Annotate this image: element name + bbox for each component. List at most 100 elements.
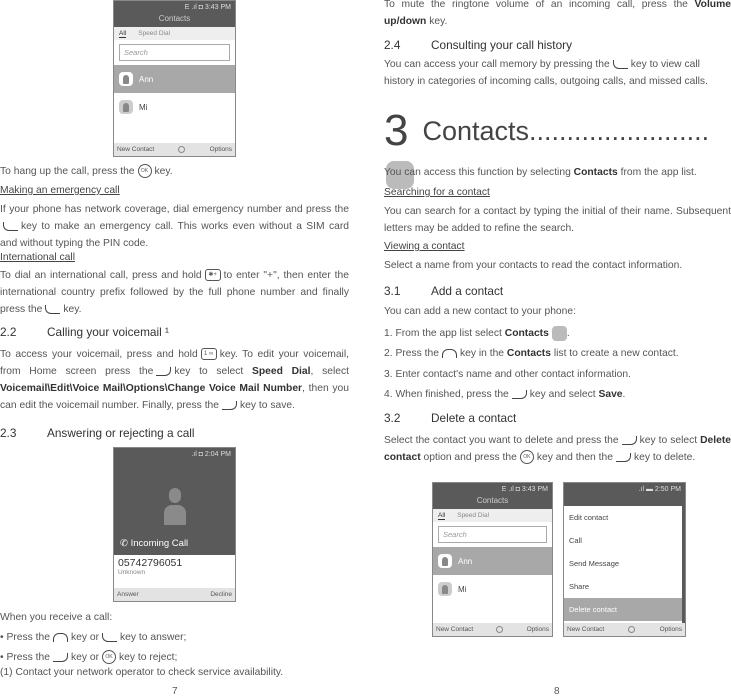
- viewing-heading: Viewing a contact: [384, 241, 465, 252]
- menu-item-call: Call: [569, 536, 582, 545]
- voicemail-text: To access your voicemail, press and hold…: [0, 348, 350, 411]
- step-4: 4. When finished, press the key and selec…: [384, 389, 626, 400]
- emergency-heading: Making an emergency call: [0, 185, 120, 196]
- status-bar: .ıl ▬ 2:50 PM: [564, 483, 685, 495]
- screen-title: Contacts: [114, 13, 235, 27]
- incoming-call-label: ✆ Incoming Call: [120, 538, 189, 549]
- center-key-icon: [496, 626, 504, 633]
- contact-row: Mi: [114, 93, 235, 121]
- screen-title: Contacts: [433, 495, 552, 509]
- section-3-2-heading: 3.2 Delete a contact: [384, 411, 517, 425]
- avatar-icon: [119, 72, 133, 86]
- ok-key-icon: OK: [519, 450, 534, 465]
- softkey-bar: New Contact Options: [114, 143, 235, 156]
- add-intro: You can add a new contact to your phone:: [384, 306, 576, 317]
- end-key-icon: OK: [137, 164, 152, 179]
- intro-text: You can access this function by selectin…: [384, 167, 697, 178]
- end-key-icon: OK: [102, 650, 117, 665]
- contact-name: Mi: [139, 102, 148, 112]
- contact-row: Ann: [114, 65, 235, 93]
- page-number: 7: [172, 686, 178, 697]
- mute-text: To mute the ringtone volume of an incomi…: [384, 0, 731, 27]
- softkey-left: Answer: [117, 591, 139, 598]
- caller-avatar-icon: [164, 488, 186, 528]
- tabs: All Speed Dial: [433, 509, 552, 522]
- contact-name: Ann: [139, 74, 154, 84]
- softkey-bar: Answer Decline: [114, 588, 235, 601]
- step-1: 1. From the app list select Contacts.: [384, 325, 731, 342]
- softkey-right: Decline: [210, 591, 232, 598]
- center-key-icon: [628, 626, 636, 633]
- contact-name: Ann: [458, 556, 473, 566]
- step-3: 3. Enter contact's name and other contac…: [384, 369, 631, 380]
- call-key-icon: [612, 59, 628, 69]
- search-field: Search: [438, 526, 547, 543]
- softkey-left: New Contact: [567, 626, 605, 633]
- contact-name: Mi: [458, 584, 467, 594]
- left-softkey-icon: [441, 348, 457, 358]
- tab-speed-dial: Speed Dial: [457, 512, 490, 519]
- international-text: To dial an international call, press and…: [0, 269, 349, 315]
- delete-text: Select the contact you want to delete an…: [384, 435, 731, 465]
- contact-row: Ann: [433, 547, 552, 575]
- softkey-right: Options: [526, 626, 549, 633]
- menu-item-edit: Edit contact: [569, 513, 609, 522]
- avatar-icon: [119, 100, 133, 114]
- right-softkey-icon: [52, 652, 68, 662]
- contacts-app-icon: [551, 325, 567, 341]
- avatar-icon: [438, 582, 452, 596]
- section-2-2-heading: 2.2 Calling your voicemail ¹: [0, 325, 169, 339]
- call-history-text: You can access your call memory by press…: [384, 59, 708, 87]
- left-softkey-icon: [52, 632, 68, 642]
- softkey-right: Options: [659, 626, 682, 633]
- right-softkey-icon: [615, 452, 631, 462]
- one-key-icon: 1 ∞: [200, 348, 217, 361]
- section-2-3-heading: 2.3 Answering or rejecting a call: [0, 426, 195, 440]
- search-field: Search: [119, 44, 230, 61]
- center-key-icon: [178, 146, 186, 153]
- right-softkey-icon: [621, 435, 637, 445]
- softkey-bar: New Contact Options: [564, 623, 685, 636]
- softkey-left: New Contact: [117, 146, 155, 153]
- star-key-icon: ✱+: [204, 269, 221, 282]
- page-number: 8: [554, 686, 560, 697]
- options-menu-screenshot: .ıl ▬ 2:50 PM Edit contact Call Send Mes…: [563, 482, 686, 637]
- bullet-answer: • Press the key or key to answer;: [0, 632, 187, 643]
- tab-speed-dial: Speed Dial: [138, 30, 171, 37]
- section-2-4-heading: 2.4 Consulting your call history: [384, 38, 572, 52]
- right-softkey-icon: [511, 389, 527, 399]
- tab-all: All: [438, 512, 446, 520]
- receive-text: When you receive a call:: [0, 612, 113, 623]
- step-2: 2. Press the key in the Contacts list to …: [384, 348, 679, 359]
- tab-all: All: [119, 30, 127, 38]
- menu-item-share: Share: [569, 582, 590, 591]
- contacts-screenshot-2: E .ıl ◘ 3:43 PM Contacts All Speed Dial S…: [432, 482, 553, 637]
- call-key-icon: [102, 632, 118, 642]
- searching-text: You can search for a contact by typing t…: [384, 206, 731, 234]
- avatar-icon: [438, 554, 452, 568]
- section-3-1-heading: 3.1 Add a contact: [384, 284, 504, 298]
- contact-row: Mi: [433, 575, 552, 603]
- right-softkey-icon: [156, 366, 172, 376]
- emergency-text: If your phone has network coverage, dial…: [0, 204, 349, 249]
- footnote: (1) Contact your network operator to che…: [0, 667, 284, 678]
- call-key-icon: [45, 304, 61, 314]
- right-softkey-icon: [222, 400, 238, 410]
- softkey-bar: New Contact Options: [433, 623, 552, 636]
- softkey-right: Options: [209, 146, 232, 153]
- viewing-text: Select a name from your contacts to read…: [384, 260, 683, 271]
- call-key-icon: [3, 221, 18, 231]
- searching-heading: Searching for a contact: [384, 187, 490, 198]
- status-bar: .ıl ◘ 2:04 PM: [114, 448, 235, 460]
- incoming-call-screenshot: .ıl ◘ 2:04 PM ✆ Incoming Call 0574279605…: [113, 447, 236, 602]
- softkey-left: New Contact: [436, 626, 474, 633]
- hang-up-text: To hang up the call, press the OK key.: [0, 164, 173, 179]
- status-bar: E .ıl ◘ 3:43 PM: [433, 483, 552, 495]
- caller-sub: Unknown: [118, 569, 146, 576]
- menu-item-delete: Delete contact: [564, 598, 682, 621]
- international-heading: International call: [0, 252, 75, 263]
- tabs: All Speed Dial: [114, 27, 235, 40]
- status-bar: E .ıl ◘ 3:43 PM: [114, 1, 235, 13]
- caller-number: 05742796051: [118, 557, 183, 569]
- contacts-screenshot: E .ıl ◘ 3:43 PM Contacts All Speed Dial S…: [113, 0, 236, 157]
